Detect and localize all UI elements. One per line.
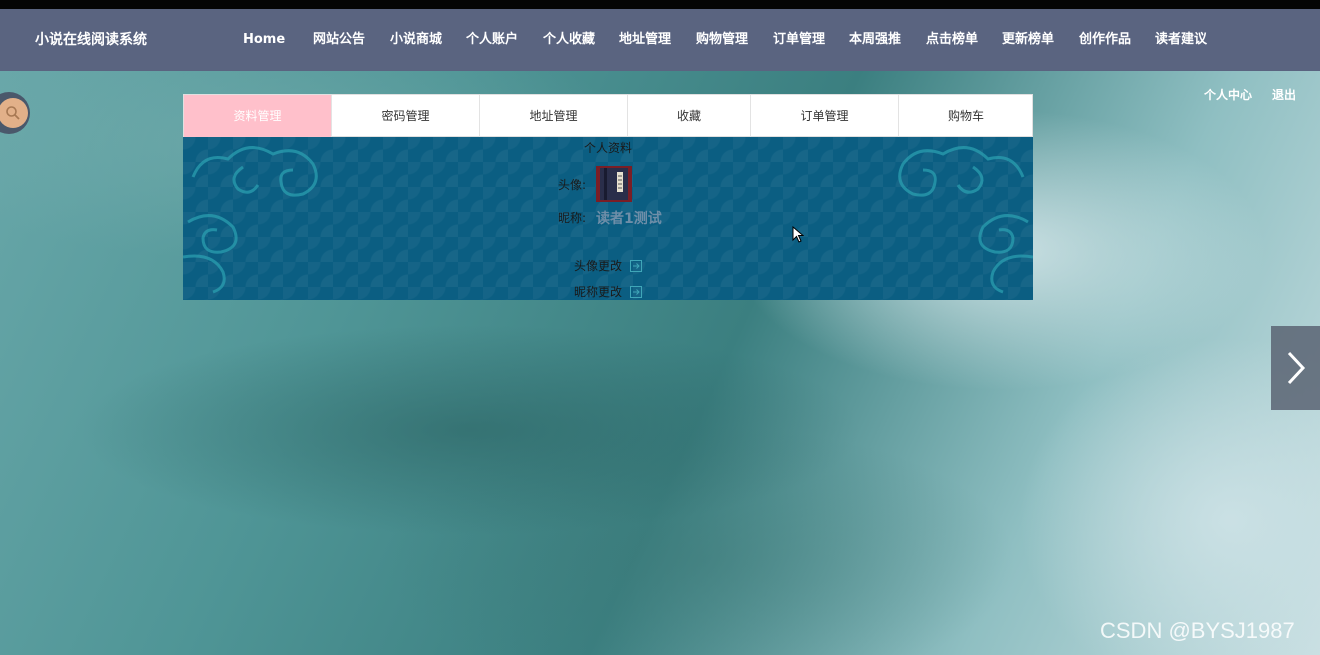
nav-notice[interactable]: 网站公告: [313, 9, 365, 71]
tab-password[interactable]: 密码管理: [332, 95, 480, 137]
profile-panel: 资料管理 密码管理 地址管理 收藏 订单管理 购物车 个人资料 头像: 昵称: …: [183, 94, 1033, 300]
tab-cart[interactable]: 购物车: [899, 95, 1033, 137]
top-navbar: 小说在线阅读系统 Home 网站公告 小说商城 个人账户 个人收藏 地址管理 购…: [0, 9, 1320, 71]
search-icon: [6, 106, 20, 120]
nav-weekly[interactable]: 本周强推: [849, 9, 901, 71]
section-title: 个人资料: [583, 141, 632, 155]
nav-mall[interactable]: 小说商城: [390, 9, 442, 71]
change-nickname-link[interactable]: 昵称更改: [574, 283, 643, 300]
user-center-link[interactable]: 个人中心: [1204, 86, 1252, 103]
tab-orders[interactable]: 订单管理: [751, 95, 899, 137]
cloud-decoration-left: [183, 146, 318, 294]
nav-suggest[interactable]: 读者建议: [1155, 9, 1207, 71]
site-title: 小说在线阅读系统: [35, 32, 147, 48]
watermark-text: CSDN @BYSJ1987: [1100, 618, 1295, 643]
tab-favorites[interactable]: 收藏: [628, 95, 751, 137]
change-nickname-label: 昵称更改: [574, 285, 623, 299]
profile-content: 个人资料 头像: 昵称: 读者1测试 头像更改 昵称更改: [183, 137, 1033, 300]
change-avatar-label: 头像更改: [574, 259, 623, 273]
nav-clicks[interactable]: 点击榜单: [926, 9, 978, 71]
top-strip: [0, 0, 1320, 9]
nickname-label: 昵称:: [558, 211, 587, 225]
tab-address[interactable]: 地址管理: [480, 95, 628, 137]
carousel-next-button[interactable]: [1271, 326, 1320, 410]
search-button[interactable]: [0, 92, 30, 134]
nav-address[interactable]: 地址管理: [619, 9, 671, 71]
avatar-image: [596, 166, 632, 202]
profile-tabs: 资料管理 密码管理 地址管理 收藏 订单管理 购物车: [183, 94, 1033, 137]
nav-favorites[interactable]: 个人收藏: [543, 9, 595, 71]
external-link-icon: [630, 285, 643, 298]
mouse-cursor-icon: [792, 226, 804, 243]
avatar-label: 头像:: [558, 178, 587, 192]
external-link-icon: [630, 259, 643, 272]
nav-account[interactable]: 个人账户: [466, 9, 518, 71]
change-avatar-link[interactable]: 头像更改: [574, 257, 643, 274]
nav-updates[interactable]: 更新榜单: [1002, 9, 1054, 71]
nickname-value: 读者1测试: [596, 211, 662, 227]
cloud-decoration-right: [898, 146, 1033, 294]
nav-works[interactable]: 创作作品: [1079, 9, 1131, 71]
logout-link[interactable]: 退出: [1272, 86, 1296, 103]
nav-home[interactable]: Home: [243, 9, 285, 71]
nav-cart[interactable]: 购物管理: [696, 9, 748, 71]
tab-profile[interactable]: 资料管理: [184, 95, 332, 137]
chevron-right-icon: [1287, 351, 1305, 385]
nav-orders[interactable]: 订单管理: [773, 9, 825, 71]
